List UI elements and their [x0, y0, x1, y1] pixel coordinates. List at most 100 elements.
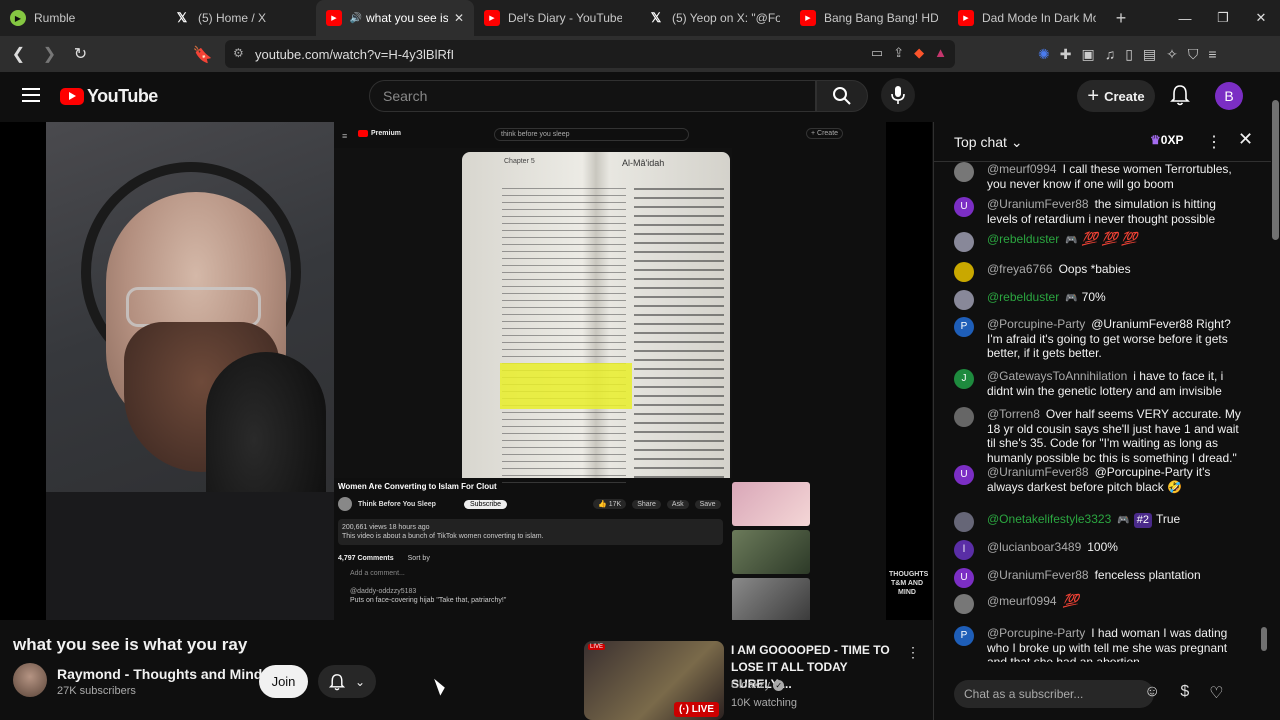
search-input[interactable]: Search — [369, 80, 816, 112]
chat-author-name[interactable]: @meurf0994 — [987, 162, 1057, 176]
share-icon[interactable]: ⇪ — [893, 45, 904, 61]
minimize-icon[interactable]: — — [1166, 0, 1204, 36]
super-chat-icon[interactable]: $ — [1180, 683, 1189, 703]
chat-scrollbar[interactable] — [1260, 162, 1268, 662]
chat-more-icon[interactable]: ⋮ — [1206, 132, 1222, 152]
recommended-channel[interactable]: Cloakzy ✓ — [731, 679, 785, 691]
chat-author-avatar[interactable] — [954, 262, 974, 282]
youtube-logo[interactable]: YouTube — [60, 86, 158, 107]
back-icon[interactable]: ❮ — [6, 44, 31, 64]
wallet-icon[interactable]: ▤ — [1143, 46, 1156, 63]
join-button[interactable]: Join — [259, 665, 308, 698]
url-field[interactable]: ⚙ youtube.com/watch?v=H-4y3lBlRfI ▭ ⇪ ◆ … — [225, 40, 955, 68]
browser-tab-bang-bang[interactable]: ▶ Bang Bang Bang! HD - You — [790, 0, 948, 36]
create-button[interactable]: + Create — [1077, 80, 1155, 112]
chat-author-avatar[interactable] — [954, 594, 974, 614]
quran-book-video: Chapter 5 Al-Mâ'idah — [334, 148, 732, 488]
chat-author-name[interactable]: @lucianboar3489 — [987, 540, 1081, 554]
chat-author-name[interactable]: @Porcupine-Party — [987, 317, 1085, 331]
page-scroll-thumb[interactable] — [1272, 100, 1279, 240]
chat-author-name[interactable]: @meurf0994 — [987, 594, 1057, 608]
hamburger-menu-icon[interactable] — [22, 88, 40, 102]
account-avatar[interactable]: B — [1215, 82, 1243, 110]
chat-author-name[interactable]: @UraniumFever88 — [987, 568, 1089, 582]
chat-input[interactable]: Chat as a subscriber... — [954, 680, 1154, 708]
screenshot-icon[interactable]: ▣ — [1081, 46, 1094, 63]
chat-author-avatar[interactable]: l — [954, 540, 974, 560]
chat-author-avatar[interactable] — [954, 407, 974, 427]
maximize-icon[interactable]: ❐ — [1204, 0, 1242, 36]
notifications-button[interactable] — [1170, 84, 1190, 111]
chat-author-avatar[interactable] — [954, 162, 974, 182]
browser-tab-active[interactable]: ▶ 🔊 what you see is wh ✕ — [316, 0, 474, 36]
browser-tab-dels-diary[interactable]: ▶ Del's Diary - YouTube — [474, 0, 632, 36]
menu-icon[interactable]: ≡ — [1208, 46, 1216, 63]
browser-tab-x-yeop[interactable]: 𝕏 (5) Yeop on X: "@Forsaken — [632, 0, 790, 36]
subscription-bell-button[interactable]: ⌄ — [318, 665, 376, 698]
screen-description: This video is about a bunch of TikTok wo… — [342, 533, 544, 540]
channel-name[interactable]: Raymond - Thoughts and Mind — [57, 666, 262, 682]
chat-author-avatar[interactable]: P — [954, 317, 974, 337]
leo-ai-icon[interactable]: ✧ — [1166, 46, 1178, 63]
browser-tab-x-home[interactable]: 𝕏 (5) Home / X — [158, 0, 316, 36]
chat-author-avatar[interactable]: U — [954, 197, 974, 217]
sidebar-icon[interactable]: ▯ — [1125, 46, 1133, 63]
chat-scroll-thumb[interactable] — [1261, 627, 1267, 651]
chat-mode-dropdown[interactable]: Top chat ⌄ — [954, 134, 1023, 151]
chat-author-name[interactable]: @rebelduster — [987, 290, 1059, 304]
brave-rewards-icon[interactable]: ▲ — [934, 45, 947, 61]
screen-ask: Ask — [666, 499, 689, 509]
chat-author-avatar[interactable] — [954, 232, 974, 252]
youtube-icon: ▶ — [484, 10, 500, 26]
browser-tab-dad-mode[interactable]: ▶ Dad Mode In Dark Mode - — [948, 0, 1106, 36]
video-player[interactable]: ≡ Premium think before you sleep + Creat… — [0, 122, 932, 620]
recommended-thumbnail[interactable]: LIVE (·) LIVE — [584, 641, 724, 720]
new-tab-button[interactable]: + — [1106, 8, 1136, 29]
site-info-icon[interactable]: ⚙ — [233, 46, 244, 60]
puzzle-icon[interactable]: ✚ — [1060, 46, 1072, 63]
vpn-icon[interactable]: ⛉ — [1188, 46, 1199, 63]
close-window-icon[interactable]: ✕ — [1242, 0, 1280, 36]
chat-author-avatar[interactable] — [954, 512, 974, 532]
more-options-icon[interactable]: ⋮ — [906, 644, 920, 661]
music-icon[interactable]: ♫ — [1105, 46, 1116, 63]
channel-avatar[interactable] — [13, 663, 47, 697]
subscriber-count: 27K subscribers — [57, 685, 136, 697]
tab-label: Rumble — [34, 11, 76, 25]
voice-search-button[interactable] — [881, 78, 915, 112]
chat-author-avatar[interactable]: U — [954, 465, 974, 485]
chat-message: U @UraniumFever88 fenceless plantation — [954, 568, 1244, 588]
close-tab-icon[interactable]: ✕ — [454, 11, 464, 25]
chat-author-name[interactable]: @freya6766 — [987, 262, 1053, 276]
emoji-icon[interactable]: ☺ — [1144, 683, 1160, 703]
chat-message-text: Oops *babies — [1058, 262, 1131, 276]
chat-author-name[interactable]: @UraniumFever88 — [987, 197, 1089, 211]
reload-icon[interactable]: ↻ — [68, 44, 93, 64]
brave-shield-icon[interactable]: ◆ — [914, 45, 924, 61]
chat-author-name[interactable]: @Torren8 — [987, 407, 1040, 421]
page-scrollbar[interactable] — [1271, 72, 1280, 720]
chat-author-name[interactable]: @UraniumFever88 — [987, 465, 1089, 479]
chat-author-avatar[interactable] — [954, 290, 974, 310]
youtube-icon: ▶ — [958, 10, 974, 26]
extension-icon[interactable]: ✺ — [1038, 46, 1050, 63]
chat-author-avatar[interactable]: U — [954, 568, 974, 588]
chat-author-name[interactable]: @Porcupine-Party — [987, 626, 1085, 640]
forward-icon[interactable]: ❯ — [37, 44, 62, 64]
chat-author-name[interactable]: @rebelduster — [987, 232, 1059, 246]
chat-message: @meurf0994 I call these women Terrortuble… — [954, 162, 1244, 191]
cast-icon[interactable]: ▭ — [871, 45, 883, 61]
chat-author-avatar[interactable]: J — [954, 369, 974, 389]
close-chat-icon[interactable]: ✕ — [1238, 129, 1253, 150]
chat-author-name[interactable]: @Onetakelifestyle3323 — [987, 512, 1111, 526]
xp-badge[interactable]: ♛0XP — [1150, 133, 1183, 147]
chat-message-text: fenceless plantation — [1094, 568, 1201, 582]
screen-share: Share — [632, 499, 661, 509]
heart-icon[interactable]: ♡ — [1209, 683, 1223, 703]
audio-playing-icon[interactable]: 🔊 — [350, 10, 362, 26]
bookmark-icon[interactable]: 🔖 — [190, 45, 215, 65]
search-button[interactable] — [816, 80, 868, 112]
chat-author-avatar[interactable]: P — [954, 626, 974, 646]
chat-author-name[interactable]: @GatewaysToAnnihilation — [987, 369, 1127, 383]
browser-tab-rumble[interactable]: ▶ Rumble — [0, 0, 158, 36]
